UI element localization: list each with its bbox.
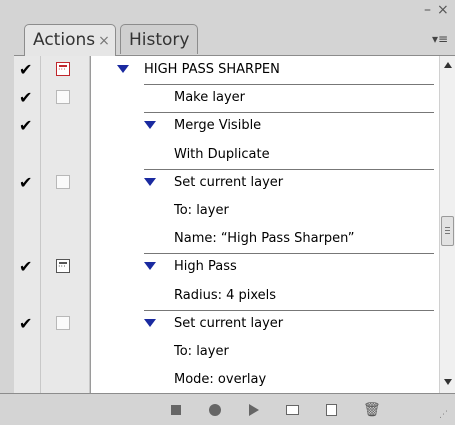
tab-bar: – × Actions × History ▾≡	[0, 0, 455, 56]
tab-history-label: History	[129, 30, 190, 50]
action-row[interactable]: To: layer	[14, 338, 439, 366]
scroll-down-icon[interactable]	[444, 379, 452, 385]
row-divider	[144, 112, 434, 114]
action-row[interactable]: ✔ Make layer	[14, 84, 439, 112]
expand-triangle-icon[interactable]	[144, 177, 156, 186]
action-row[interactable]: ✔ Merge Visible	[14, 112, 439, 140]
dialog-dots-icon: ···	[58, 65, 66, 74]
action-row-label: With Duplicate	[174, 146, 270, 162]
checkmark-icon[interactable]: ✔	[19, 90, 35, 106]
thumb-grip-line	[445, 230, 450, 231]
expand-triangle-icon[interactable]	[144, 262, 156, 271]
checkmark-icon[interactable]: ✔	[19, 315, 35, 332]
dialog-dots-icon: ···	[58, 262, 66, 272]
new-set-button[interactable]	[285, 402, 301, 418]
action-row-label: To: layer	[174, 203, 229, 218]
stop-button[interactable]	[168, 402, 184, 418]
action-row[interactable]: ✔ ··· High Pass	[14, 253, 439, 281]
checkmark-icon[interactable]: ✔	[19, 62, 35, 78]
row-divider	[144, 168, 434, 170]
row-divider	[144, 253, 434, 255]
record-button[interactable]	[207, 402, 223, 418]
action-row[interactable]: With Duplicate	[14, 141, 439, 169]
action-row[interactable]: Radius: 4 pixels	[14, 282, 439, 310]
action-row[interactable]: ✔ ··· HIGH PASS SHARPEN	[14, 56, 439, 84]
vertical-scrollbar[interactable]	[439, 56, 455, 394]
tab-history[interactable]: History	[120, 24, 198, 54]
tab-actions[interactable]: Actions ×	[24, 24, 116, 56]
action-row-label: Radius: 4 pixels	[174, 287, 277, 303]
action-row-label: High Pass	[174, 259, 237, 275]
dialog-toggle-icon[interactable]: ···	[56, 259, 70, 274]
dialog-toggle-icon[interactable]	[56, 174, 70, 189]
minimize-icon[interactable]: –	[424, 2, 431, 18]
close-panel-icon[interactable]: ×	[437, 2, 449, 18]
action-row[interactable]: ✔ Set current layer	[14, 168, 439, 197]
tab-close-icon[interactable]: ×	[98, 33, 110, 49]
action-row-label: Mode: overlay	[174, 372, 267, 388]
scroll-up-icon[interactable]	[444, 62, 452, 68]
dialog-toggle-icon[interactable]: ···	[56, 62, 70, 76]
action-row[interactable]: To: layer	[14, 197, 439, 225]
action-row-label: Set current layer	[174, 315, 284, 331]
expand-triangle-icon[interactable]	[117, 65, 129, 73]
action-row-label: Set current layer	[174, 174, 284, 190]
action-row[interactable]: Name: “High Pass Sharpen”	[14, 225, 439, 253]
panel-menu-icon[interactable]: ▾≡	[429, 32, 451, 50]
thumb-grip-line	[445, 233, 450, 234]
trash-icon[interactable]: 🗑	[363, 402, 381, 418]
new-action-button[interactable]	[324, 402, 340, 418]
actions-panel: – × Actions × History ▾≡ ✔ ··· HIGH PASS SH…	[0, 0, 455, 425]
action-row-label: HIGH PASS SHARPEN	[144, 62, 280, 77]
dialog-toggle-icon[interactable]	[56, 315, 70, 330]
row-divider	[144, 84, 434, 86]
resize-grip-icon[interactable]: ⋰	[439, 410, 448, 420]
checkmark-icon[interactable]: ✔	[19, 259, 35, 275]
scroll-thumb[interactable]	[441, 216, 454, 246]
row-divider	[144, 309, 434, 311]
action-row[interactable]: Mode: overlay	[14, 366, 439, 394]
expand-triangle-icon[interactable]	[144, 318, 156, 327]
actions-list[interactable]: ✔ ··· HIGH PASS SHARPEN ✔ Make layer ✔ Merge V…	[14, 55, 455, 394]
checkmark-icon[interactable]: ✔	[19, 174, 35, 191]
expand-triangle-icon[interactable]	[144, 121, 156, 130]
dialog-toggle-icon[interactable]	[56, 90, 70, 105]
action-row-label: Merge Visible	[174, 118, 262, 134]
action-row-label: Make layer	[174, 90, 245, 106]
action-row-label: Name: “High Pass Sharpen”	[174, 231, 355, 247]
checkmark-icon[interactable]: ✔	[19, 118, 35, 134]
bottom-toolbar: 🗑	[0, 393, 455, 425]
play-button[interactable]	[246, 402, 262, 418]
action-row-label: To: layer	[174, 344, 229, 359]
tab-actions-label: Actions	[33, 30, 96, 50]
thumb-grip-line	[445, 227, 450, 228]
action-row[interactable]: ✔ Set current layer	[14, 309, 439, 338]
